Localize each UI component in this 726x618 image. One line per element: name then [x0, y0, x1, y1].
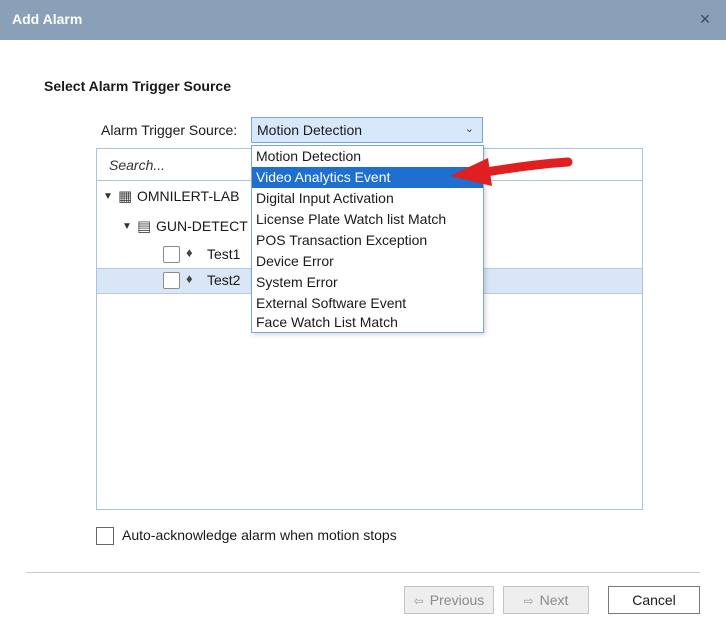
section-title: Select Alarm Trigger Source [44, 78, 231, 94]
search-placeholder: Search... [109, 157, 166, 173]
expand-triangle-icon[interactable]: ▼ [103, 191, 113, 202]
expand-triangle-icon[interactable]: ▼ [122, 221, 132, 232]
tree-item-label: Test1 [207, 246, 241, 262]
previous-label: Previous [429, 592, 485, 608]
dropdown-option[interactable]: Device Error [252, 251, 483, 272]
auto-acknowledge-label: Auto-acknowledge alarm when motion stops [122, 527, 397, 543]
dropdown-option[interactable]: Digital Input Activation [252, 188, 483, 209]
previous-button[interactable]: ⇦ Previous [404, 586, 494, 614]
tree-item-label: Test2 [207, 272, 241, 288]
dropdown-option[interactable]: Face Watch List Match [252, 312, 483, 333]
dropdown-option[interactable]: External Software Event [252, 293, 483, 314]
previous-arrow-icon: ⇦ [413, 594, 424, 608]
tree-root-label: OMNILERT-LAB [137, 188, 240, 204]
cancel-label: Cancel [632, 592, 676, 608]
item-checkbox[interactable] [163, 246, 180, 263]
close-icon[interactable]: × [694, 8, 716, 30]
window-title: Add Alarm [12, 11, 83, 27]
dropdown-option[interactable]: System Error [252, 272, 483, 293]
annotation-arrow-icon [450, 157, 573, 186]
chevron-down-icon: ⌄ [464, 123, 474, 135]
tag-icon: ♦ [186, 271, 193, 286]
next-label: Next [539, 592, 569, 608]
auto-acknowledge-checkbox[interactable] [96, 527, 114, 545]
footer-divider [26, 572, 700, 573]
trigger-source-label: Alarm Trigger Source: [101, 122, 238, 138]
title-bar: Add Alarm × [0, 0, 726, 40]
next-button[interactable]: ⇨ Next [503, 586, 589, 614]
trigger-source-select[interactable]: Motion Detection ⌄ [251, 117, 483, 143]
next-arrow-icon: ⇨ [523, 594, 534, 608]
trigger-source-value: Motion Detection [257, 122, 363, 138]
tree-server-label: GUN-DETECT [156, 218, 248, 234]
item-checkbox[interactable] [163, 272, 180, 289]
server-icon: ▤ [137, 218, 152, 235]
tag-icon: ♦ [186, 245, 193, 260]
building-icon: ▦ [118, 188, 133, 205]
dropdown-option[interactable]: License Plate Watch list Match [252, 209, 483, 230]
dropdown-option[interactable]: POS Transaction Exception [252, 230, 483, 251]
cancel-button[interactable]: Cancel [608, 586, 700, 614]
